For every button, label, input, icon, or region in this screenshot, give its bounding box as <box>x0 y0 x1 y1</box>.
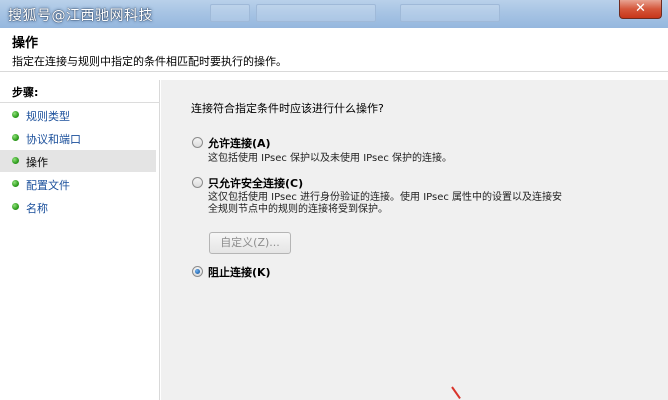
step-status-icon <box>12 203 19 210</box>
annotation-arrow-icon <box>451 386 461 400</box>
block-connection-label[interactable]: 阻止连接(K) <box>208 264 271 280</box>
divider <box>0 102 160 103</box>
step-status-icon <box>12 180 19 187</box>
block-connection-radio[interactable] <box>192 266 203 277</box>
steps-heading: 步骤: <box>12 86 39 99</box>
title-bar: 搜狐号@江西驰网科技 ✕ <box>0 0 668 28</box>
secure-connection-description-line2: 全规则节点中的规则的连接将受到保护。 <box>208 204 388 215</box>
wizard-header: 操作 指定在连接与规则中指定的条件相匹配时要执行的操作。 <box>0 28 668 72</box>
step-action[interactable]: 操作 <box>0 150 156 172</box>
action-question: 连接符合指定条件时应该进行什么操作? <box>191 102 384 115</box>
step-status-icon <box>12 157 19 164</box>
step-label: 操作 <box>26 156 48 169</box>
allow-connection-description: 这包括使用 IPsec 保护以及未使用 IPsec 保护的连接。 <box>208 153 453 164</box>
step-label: 配置文件 <box>26 179 70 192</box>
title-bar-ghost-control <box>400 4 500 22</box>
allow-connection-radio[interactable] <box>192 137 203 148</box>
action-pane: 连接符合指定条件时应该进行什么操作? 允许连接(A) 这包括使用 IPsec 保… <box>161 80 668 400</box>
customize-button[interactable]: 自定义(Z)... <box>209 232 291 254</box>
step-name[interactable]: 名称 <box>0 196 156 218</box>
allow-connection-label[interactable]: 允许连接(A) <box>208 135 271 151</box>
close-icon: ✕ <box>635 1 646 16</box>
page-description: 指定在连接与规则中指定的条件相匹配时要执行的操作。 <box>12 55 287 68</box>
step-label: 协议和端口 <box>26 133 81 146</box>
step-status-icon <box>12 111 19 118</box>
title-bar-ghost-control <box>210 4 250 22</box>
steps-pane: 步骤: 规则类型 协议和端口 操作 配置文件 名称 <box>0 80 160 400</box>
step-protocol-ports[interactable]: 协议和端口 <box>0 127 156 149</box>
secure-connection-radio[interactable] <box>192 177 203 188</box>
step-rule-type[interactable]: 规则类型 <box>0 104 156 126</box>
secure-connection-label[interactable]: 只允许安全连接(C) <box>208 175 303 191</box>
close-button[interactable]: ✕ <box>619 0 662 19</box>
page-title: 操作 <box>12 36 39 51</box>
step-profile[interactable]: 配置文件 <box>0 173 156 195</box>
watermark-text: 搜狐号@江西驰网科技 <box>8 8 153 24</box>
step-status-icon <box>12 134 19 141</box>
step-label: 名称 <box>26 202 48 215</box>
step-label: 规则类型 <box>26 110 70 123</box>
title-bar-ghost-control <box>256 4 376 22</box>
